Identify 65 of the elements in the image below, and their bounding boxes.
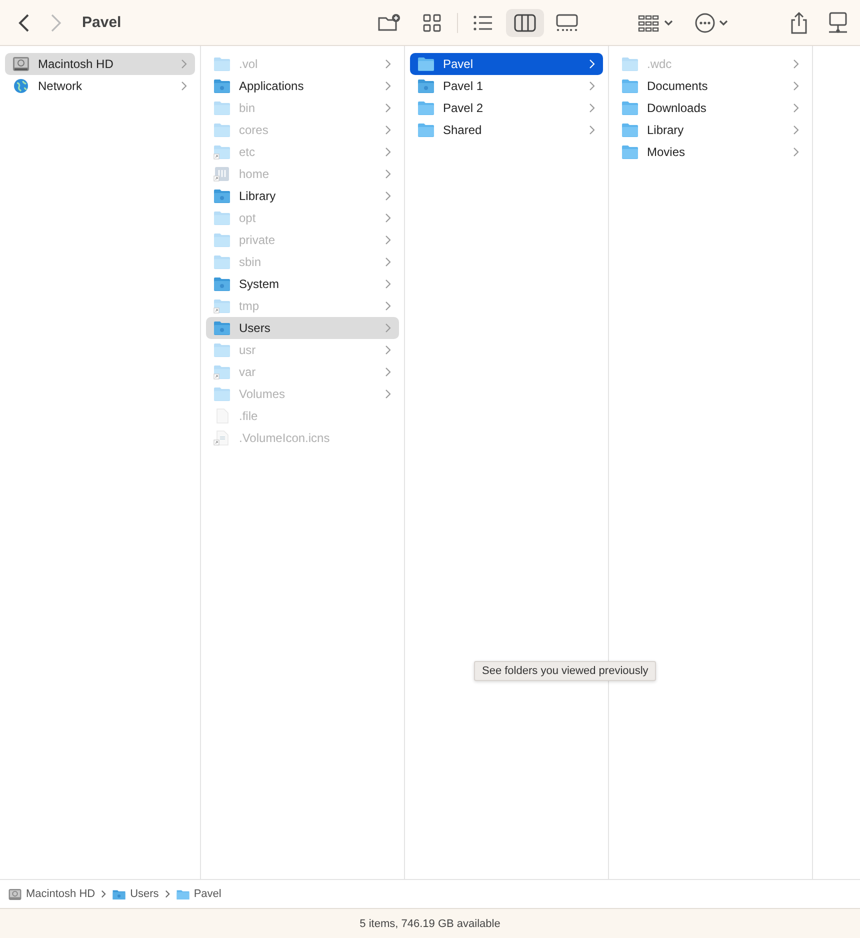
- path-item[interactable]: Pavel: [194, 888, 222, 900]
- group-menu-icon[interactable]: [638, 14, 674, 32]
- file-name: bin: [239, 101, 256, 115]
- file-name: Pavel 1: [443, 79, 484, 93]
- file-row[interactable]: Shared: [410, 119, 603, 141]
- more-menu-icon[interactable]: [694, 12, 730, 34]
- file-name: var: [239, 365, 257, 379]
- back-icon[interactable]: [18, 12, 30, 32]
- file-name: .vol: [239, 57, 259, 71]
- file-row[interactable]: Pavel 2: [410, 97, 603, 119]
- file-row[interactable]: System: [206, 273, 399, 295]
- file-name: tmp: [239, 299, 260, 313]
- file-name: Library: [239, 189, 277, 203]
- file-row[interactable]: Downloads: [614, 97, 807, 119]
- file-row[interactable]: Documents: [614, 75, 807, 97]
- file-row[interactable]: Pavel: [410, 53, 603, 75]
- share-icon[interactable]: [790, 10, 808, 34]
- file-name: Shared: [443, 123, 483, 137]
- file-name: .VolumeIcon.icns: [239, 431, 331, 445]
- columns-icon: [514, 14, 536, 32]
- grid-icon: [423, 14, 441, 32]
- file-name: private: [239, 233, 276, 247]
- file-name: cores: [239, 123, 270, 137]
- file-row[interactable]: Users: [206, 317, 399, 339]
- file-name: Library: [647, 123, 685, 137]
- file-name: home: [239, 167, 270, 181]
- file-name: opt: [239, 211, 257, 225]
- chevron-icon: [101, 890, 106, 898]
- file-name: sbin: [239, 255, 262, 269]
- file-row[interactable]: Applications: [206, 75, 399, 97]
- file-name: Movies: [647, 145, 686, 159]
- file-name: Macintosh HD: [38, 57, 114, 71]
- file-row[interactable]: Library: [614, 119, 807, 141]
- file-name: usr: [239, 343, 257, 357]
- folder-icon: [176, 888, 190, 900]
- file-name: Documents: [647, 79, 709, 93]
- file-name: Downloads: [647, 101, 708, 115]
- file-row[interactable]: Network: [5, 75, 195, 97]
- file-name: System: [239, 277, 280, 291]
- file-row[interactable]: Movies: [614, 141, 807, 163]
- tooltip: See folders you viewed previously: [474, 661, 656, 681]
- file-name: etc: [239, 145, 256, 159]
- file-name: Network: [38, 79, 84, 93]
- status-text: 5 items, 746.19 GB available: [360, 918, 500, 930]
- file-row[interactable]: Pavel 1: [410, 75, 603, 97]
- window-title: Pavel: [82, 14, 122, 31]
- file-name: Pavel: [443, 57, 474, 71]
- folder-icon: [112, 888, 126, 900]
- file-name: Volumes: [239, 387, 286, 401]
- file-row[interactable]: Macintosh HD: [5, 53, 195, 75]
- list-icon: [473, 14, 493, 30]
- network-display-icon[interactable]: [828, 12, 848, 34]
- path-item[interactable]: Macintosh HD: [26, 888, 96, 900]
- file-row[interactable]: Library: [206, 185, 399, 207]
- file-name: Pavel 2: [443, 101, 484, 115]
- new-folder-icon[interactable]: [377, 12, 401, 32]
- path-item[interactable]: Users: [130, 888, 159, 900]
- gallery-icon: [556, 14, 578, 32]
- columns-view-button[interactable]: [506, 8, 544, 36]
- file-name: .wdc: [647, 57, 673, 71]
- file-name: .file: [239, 409, 259, 423]
- file-name: Users: [239, 321, 272, 335]
- drive-icon: [8, 888, 22, 900]
- file-name: Applications: [239, 79, 305, 93]
- chevron-icon: [164, 890, 170, 898]
